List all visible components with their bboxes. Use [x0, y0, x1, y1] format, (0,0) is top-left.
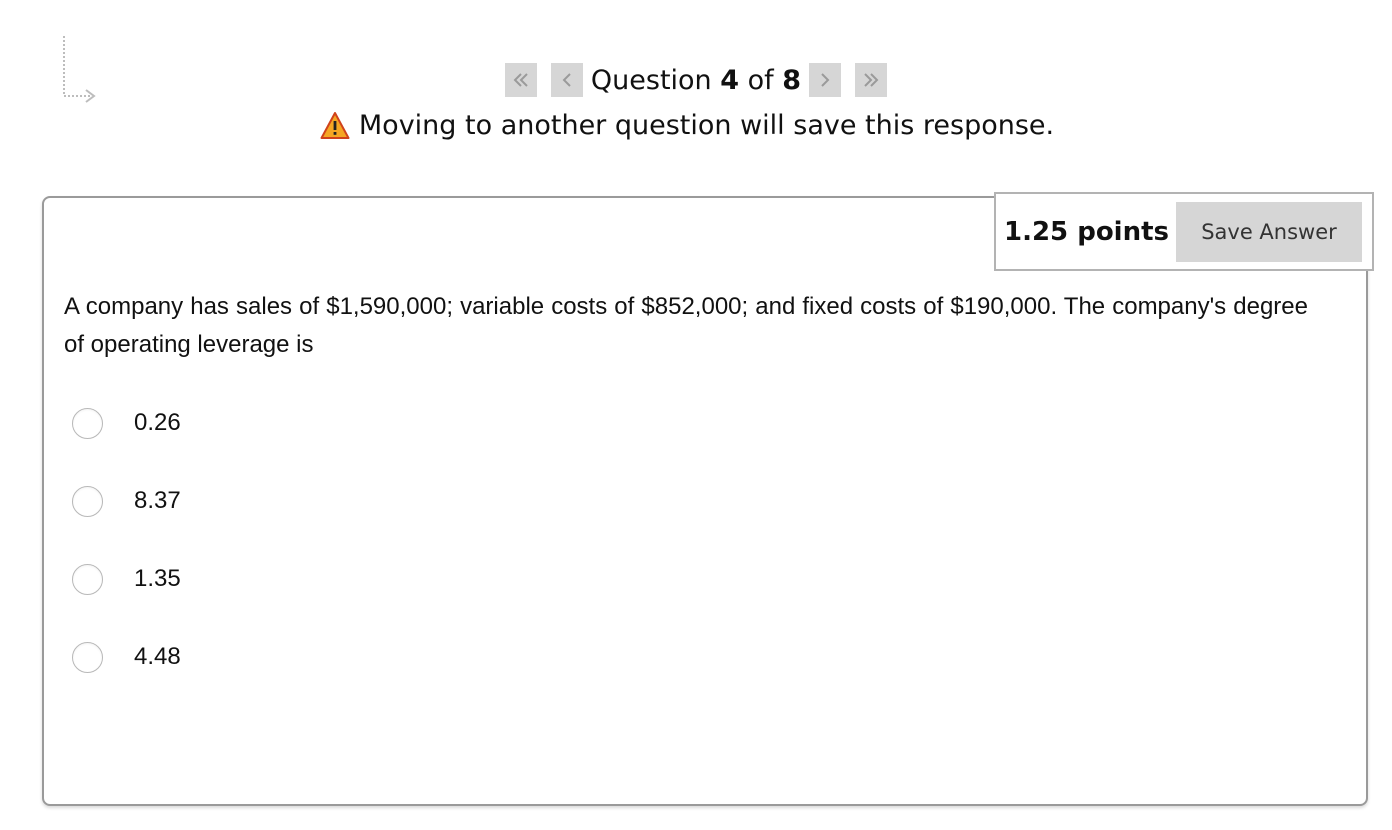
current-question-number: 4	[720, 64, 740, 96]
double-chevron-right-icon	[864, 73, 879, 87]
points-value: 1.25 points	[1004, 216, 1170, 247]
save-answer-button[interactable]: Save Answer	[1176, 201, 1362, 262]
previous-question-button[interactable]	[550, 63, 583, 97]
chevron-left-icon	[562, 73, 571, 87]
radio-button[interactable]	[72, 407, 103, 439]
question-label-of: of	[747, 64, 774, 96]
double-chevron-left-icon	[513, 73, 528, 87]
points-box: 1.25 points Save Answer	[994, 192, 1374, 271]
warning-triangle-icon	[320, 111, 350, 139]
answer-option-label: 8.37	[134, 487, 181, 514]
next-question-button[interactable]	[809, 63, 842, 97]
question-page: Question 4 of 8 Moving to another questi…	[0, 0, 1392, 830]
answer-option-label: 0.26	[134, 409, 181, 436]
radio-button[interactable]	[72, 485, 103, 517]
radio-button[interactable]	[72, 563, 103, 595]
answer-option[interactable]: 1.35	[72, 560, 181, 598]
answer-option[interactable]: 4.48	[72, 638, 181, 676]
warning-text: Moving to another question will save thi…	[358, 110, 1055, 141]
answer-option-label: 4.48	[134, 643, 181, 670]
question-navigation: Question 4 of 8	[0, 63, 1392, 97]
answer-option[interactable]: 8.37	[72, 482, 181, 520]
answer-option-label: 1.35	[134, 565, 181, 592]
chevron-right-icon	[821, 73, 830, 87]
answer-options: 0.26 8.37 1.35 4.48	[72, 404, 181, 716]
radio-button[interactable]	[72, 641, 103, 673]
question-counter: Question 4 of 8	[591, 65, 801, 96]
save-warning: Moving to another question will save thi…	[0, 110, 1392, 141]
total-questions: 8	[782, 64, 802, 96]
question-text: A company has sales of $1,590,000; varia…	[64, 293, 1308, 358]
last-question-button[interactable]	[855, 63, 888, 97]
first-question-button[interactable]	[504, 63, 537, 97]
answer-option[interactable]: 0.26	[72, 404, 181, 442]
question-label-prefix: Question	[590, 64, 712, 96]
